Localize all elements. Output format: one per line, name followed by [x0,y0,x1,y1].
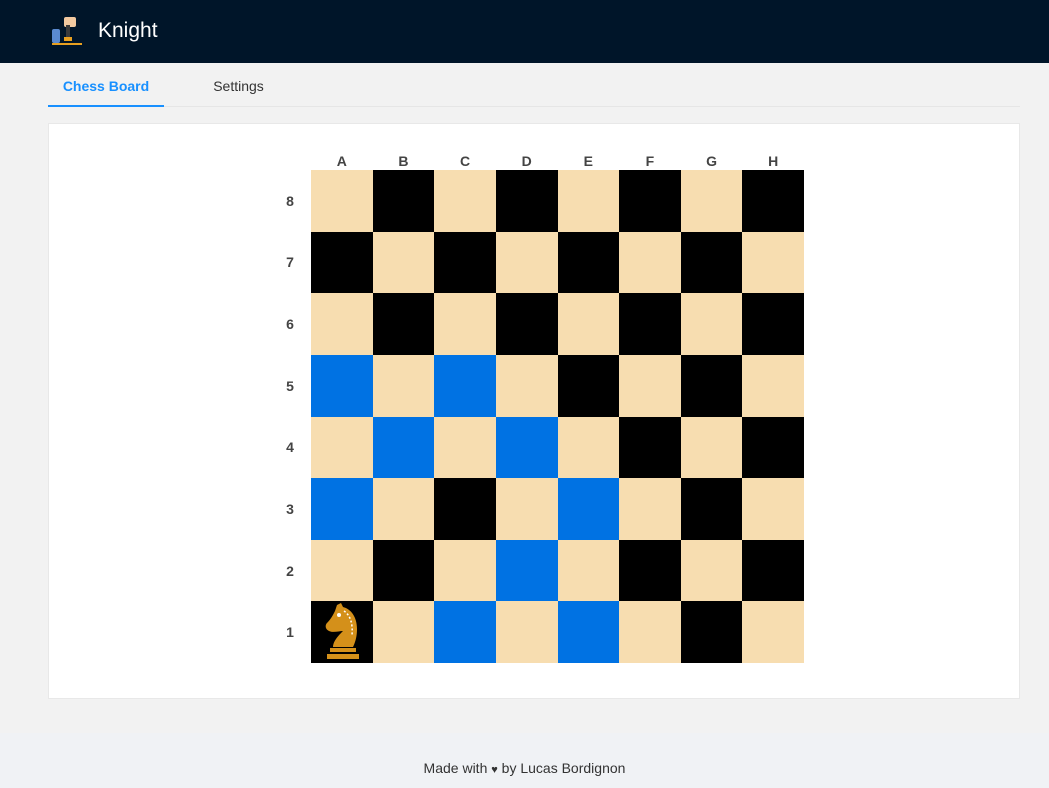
square-b1[interactable] [372,601,435,663]
square-h4[interactable] [742,416,804,479]
square-a6[interactable] [311,293,373,355]
square-d5[interactable] [495,354,558,417]
square-c8[interactable] [434,170,496,232]
square-f1[interactable] [619,601,681,663]
tab-chess-board[interactable]: Chess Board [48,63,164,107]
square-f8[interactable] [619,170,681,232]
square-d4[interactable] [495,416,558,479]
rank-label-4: 4 [286,439,294,456]
square-g1[interactable] [680,601,743,663]
rank-label-2: 2 [286,562,294,579]
square-h7[interactable] [742,231,804,294]
square-g5[interactable] [680,354,743,417]
square-f3[interactable] [619,478,681,540]
file-label-h: H [768,153,779,169]
square-e7[interactable] [557,231,620,294]
square-a5[interactable] [311,354,373,417]
square-b6[interactable] [372,293,435,355]
file-label-a: A [336,153,347,169]
square-b4[interactable] [372,416,435,479]
square-c6[interactable] [434,293,496,355]
square-c3[interactable] [434,478,496,540]
rank-label-5: 5 [286,377,294,394]
chess-knight-hand-icon [52,17,82,45]
square-e8[interactable] [557,170,620,232]
square-g6[interactable] [680,293,743,355]
square-b5[interactable] [372,354,435,417]
square-h5[interactable] [742,354,804,417]
square-f7[interactable] [619,231,681,294]
square-e4[interactable] [557,416,620,479]
footer: Made with ♥ by Lucas Bordignon [0,733,1049,788]
square-g3[interactable] [680,478,743,540]
square-c2[interactable] [434,539,496,602]
square-h3[interactable] [742,478,804,540]
rank-label-1: 1 [286,624,294,641]
file-label-f: F [645,153,655,169]
file-label-b: B [398,153,409,169]
chess-board [311,170,804,663]
square-g2[interactable] [680,539,743,602]
square-a1[interactable] [311,601,373,663]
square-a3[interactable] [311,478,373,540]
file-label-g: G [706,153,717,169]
square-d2[interactable] [495,539,558,602]
square-d3[interactable] [495,478,558,540]
tab-settings[interactable]: Settings [196,63,281,107]
square-h8[interactable] [742,170,804,232]
rank-label-6: 6 [286,316,294,333]
square-e3[interactable] [557,478,620,540]
app-title: Knight [98,19,158,42]
square-f2[interactable] [619,539,681,602]
app-header: Knight [0,0,1049,63]
footer-prefix: Made with [423,760,488,776]
square-a2[interactable] [311,539,373,602]
square-e5[interactable] [557,354,620,417]
file-label-d: D [521,153,532,169]
square-e6[interactable] [557,293,620,355]
square-d6[interactable] [495,293,558,355]
square-a7[interactable] [311,231,373,294]
footer-suffix: by Lucas Bordignon [501,760,626,776]
square-c7[interactable] [434,231,496,294]
square-f6[interactable] [619,293,681,355]
square-d8[interactable] [495,170,558,232]
square-h6[interactable] [742,293,804,355]
square-b8[interactable] [372,170,435,232]
square-b3[interactable] [372,478,435,540]
square-d1[interactable] [495,601,558,663]
tab-bar: Chess Board Settings [48,63,1020,107]
square-a8[interactable] [311,170,373,232]
file-label-c: C [459,153,471,169]
square-e1[interactable] [557,601,620,663]
square-h2[interactable] [742,539,804,602]
rank-label-7: 7 [286,254,294,271]
square-g4[interactable] [680,416,743,479]
square-d7[interactable] [495,231,558,294]
square-f4[interactable] [619,416,681,479]
chess-board-container: A B C D E F G H 8 7 6 5 4 3 2 1 [286,153,804,692]
square-c1[interactable] [434,601,496,663]
heart-icon: ♥ [491,764,498,776]
square-e2[interactable] [557,539,620,602]
square-g7[interactable] [680,231,743,294]
board-card: A B C D E F G H 8 7 6 5 4 3 2 1 [48,123,1020,699]
square-b2[interactable] [372,539,435,602]
rank-label-8: 8 [286,192,294,209]
square-b7[interactable] [372,231,435,294]
file-label-e: E [583,153,593,169]
rank-label-3: 3 [286,500,294,517]
square-h1[interactable] [742,601,804,663]
square-f5[interactable] [619,354,681,417]
square-c5[interactable] [434,354,496,417]
square-a4[interactable] [311,416,373,479]
knight-icon[interactable] [317,601,367,661]
square-c4[interactable] [434,416,496,479]
square-g8[interactable] [680,170,743,232]
